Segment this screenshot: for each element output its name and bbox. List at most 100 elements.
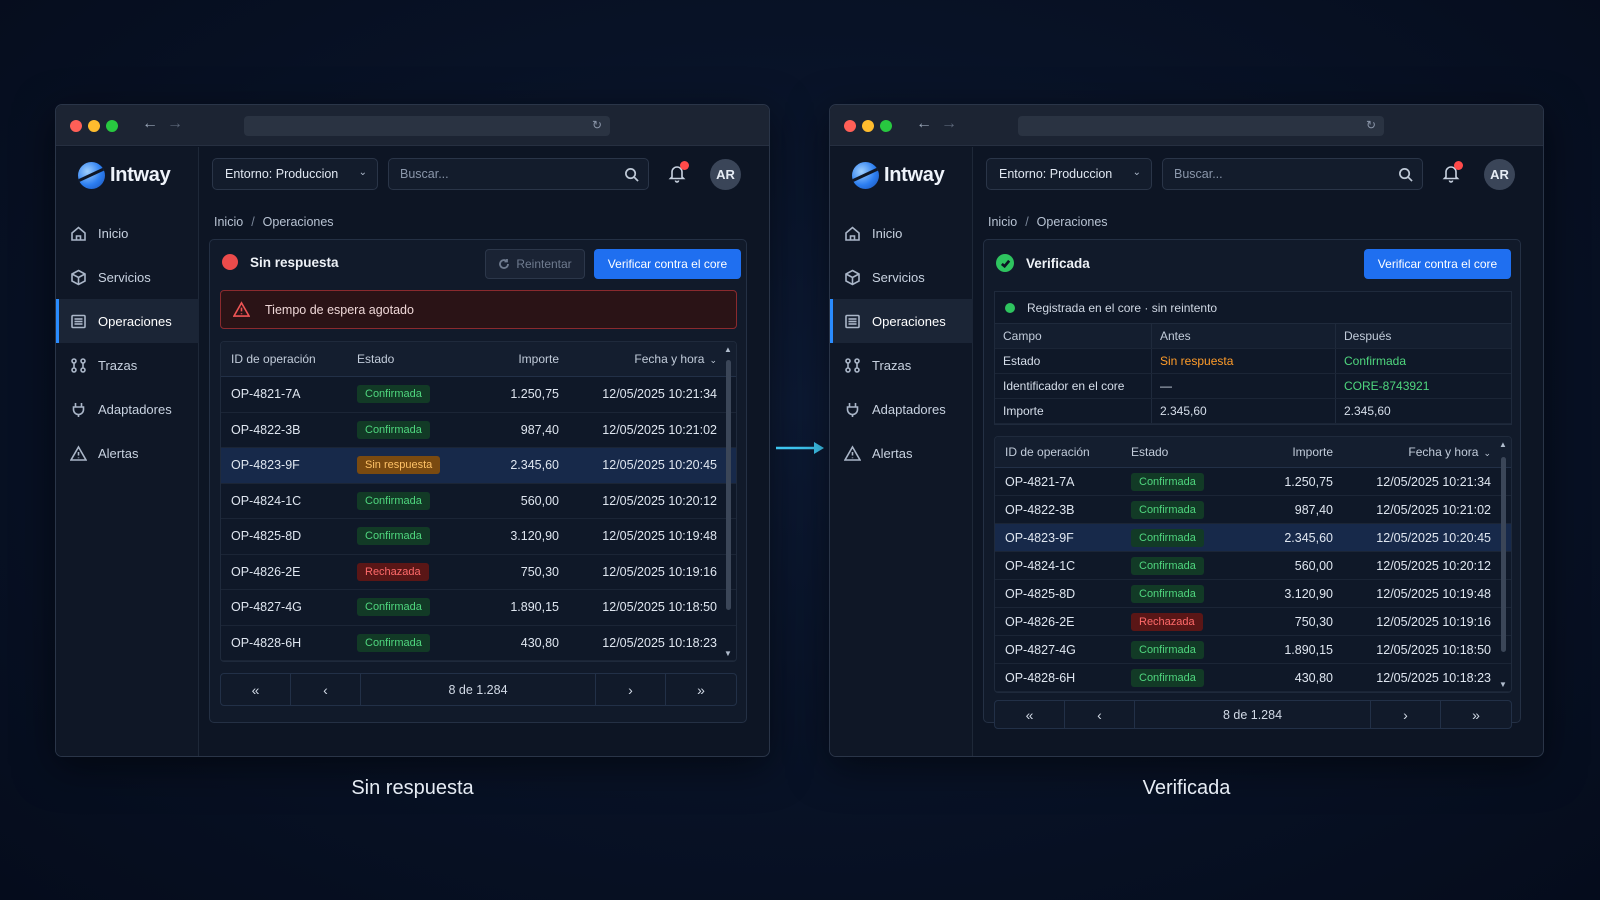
comparison-field: Estado: [995, 349, 1152, 373]
notifications-button[interactable]: [667, 161, 689, 185]
sidebar-item-alertas[interactable]: Alertas: [56, 431, 199, 475]
minimize-window-button[interactable]: [862, 120, 874, 132]
col-amount-header[interactable]: Importe: [465, 352, 561, 366]
pagination: «‹ 8 de 1.284 ›»: [994, 700, 1512, 729]
status-header: Sin respuesta: [222, 254, 339, 270]
sidebar-item-inicio[interactable]: Inicio: [830, 211, 973, 255]
pager-next-button[interactable]: ›: [1371, 701, 1441, 728]
close-window-button[interactable]: [844, 120, 856, 132]
scroll-up-icon[interactable]: ▲: [724, 345, 732, 354]
amount: 1.250,75: [1284, 474, 1333, 489]
scroll-thumb[interactable]: [1501, 457, 1506, 652]
table-row[interactable]: OP-4821-7A Confirmada 1.250,75 12/05/2025 1…: [995, 468, 1511, 496]
status-cell: Sin respuesta: [347, 456, 465, 475]
search-placeholder: Buscar...: [1174, 167, 1223, 181]
table-row[interactable]: OP-4827-4G Confirmada 1.890,15 12/05/2025 1…: [221, 590, 736, 626]
table-row[interactable]: OP-4828-6H Confirmada 430,80 12/05/2025 10:…: [221, 626, 736, 661]
scroll-thumb[interactable]: [726, 360, 731, 610]
alert-text: Tiempo de espera agotado: [265, 302, 414, 317]
table-row[interactable]: OP-4821-7A Confirmada 1.250,75 12/05/2025 1…: [221, 377, 736, 413]
status-badge: Confirmada: [357, 385, 430, 404]
status-badge: Confirmada: [357, 420, 430, 439]
pager-last-button[interactable]: »: [666, 674, 736, 705]
breadcrumb-home[interactable]: Inicio: [988, 215, 1017, 229]
pager-prev-button[interactable]: ‹: [291, 674, 361, 705]
environment-select[interactable]: Entorno: Produccion ⌄: [212, 158, 378, 190]
back-arrow-icon[interactable]: ←: [916, 115, 932, 133]
status-cell: Confirmada: [1121, 668, 1239, 687]
table-scrollbar[interactable]: ▲ ▼: [1496, 437, 1511, 692]
reload-icon[interactable]: ↻: [1366, 118, 1376, 132]
search-input[interactable]: Buscar...: [1162, 158, 1423, 190]
table-row[interactable]: OP-4825-8D Confirmada 3.120,90 12/05/2025 1…: [221, 519, 736, 555]
verify-core-button[interactable]: Verificar contra el core: [1364, 249, 1511, 279]
table-row[interactable]: OP-4822-3B Confirmada 987,40 12/05/2025 10:…: [221, 413, 736, 448]
pager-first-button[interactable]: «: [995, 701, 1065, 728]
table-row[interactable]: OP-4826-2E Rechazada 750,30 12/05/2025 10:1…: [995, 608, 1511, 636]
sidebar-item-servicios[interactable]: Servicios: [830, 255, 973, 299]
notifications-button[interactable]: [1441, 161, 1463, 185]
sidebar-item-inicio[interactable]: Inicio: [56, 211, 199, 255]
table-row[interactable]: OP-4822-3B Confirmada 987,40 12/05/2025 10:…: [995, 496, 1511, 524]
sort-chevron-icon: ⌄: [1483, 448, 1491, 458]
title-bar: ← → ↻: [830, 105, 1543, 146]
retry-button[interactable]: Reintentar: [485, 249, 585, 279]
address-bar[interactable]: ↻: [1018, 116, 1384, 136]
sidebar-item-adaptadores[interactable]: Adaptadores: [56, 387, 199, 431]
table-row[interactable]: OP-4827-4G Confirmada 1.890,15 12/05/2025 1…: [995, 636, 1511, 664]
status-badge: Confirmada: [1131, 556, 1204, 575]
maximize-window-button[interactable]: [106, 120, 118, 132]
scroll-down-icon[interactable]: ▼: [1499, 680, 1507, 689]
forward-arrow-icon[interactable]: →: [167, 115, 183, 133]
sidebar-item-trazas[interactable]: Trazas: [56, 343, 199, 387]
sidebar: Intway Inicio Servicios Operaciones Trazas A…: [56, 147, 199, 756]
sidebar-item-adaptadores[interactable]: Adaptadores: [830, 387, 973, 431]
sidebar-item-trazas[interactable]: Trazas: [830, 343, 973, 387]
table-row[interactable]: OP-4823-9F Confirmada 2.345,60 12/05/2025 1…: [995, 524, 1511, 552]
col-date-header[interactable]: Fecha y hora ⌄: [1335, 445, 1493, 459]
maximize-window-button[interactable]: [880, 120, 892, 132]
col-date-header[interactable]: Fecha y hora ⌄: [561, 352, 719, 366]
col-status-header[interactable]: Estado: [1121, 445, 1239, 459]
avatar[interactable]: AR: [710, 159, 741, 190]
list-icon: [845, 314, 860, 328]
search-input[interactable]: Buscar...: [388, 158, 649, 190]
table-row[interactable]: OP-4826-2E Rechazada 750,30 12/05/2025 10:1…: [221, 555, 736, 590]
amount: 430,80: [1294, 670, 1333, 685]
col-id-header[interactable]: ID de operación: [995, 445, 1121, 459]
minimize-window-button[interactable]: [88, 120, 100, 132]
table-scrollbar[interactable]: ▲ ▼: [721, 342, 736, 661]
pager-prev-button[interactable]: ‹: [1065, 701, 1135, 728]
close-window-button[interactable]: [70, 120, 82, 132]
avatar[interactable]: AR: [1484, 159, 1515, 190]
col-status-header[interactable]: Estado: [347, 352, 465, 366]
col-id-header[interactable]: ID de operación: [221, 352, 347, 366]
scroll-down-icon[interactable]: ▼: [724, 649, 732, 658]
table-row[interactable]: OP-4825-8D Confirmada 3.120,90 12/05/2025 1…: [995, 580, 1511, 608]
sidebar-item-operaciones[interactable]: Operaciones: [830, 299, 973, 343]
table-row[interactable]: OP-4823-9F Sin respuesta 2.345,60 12/05/202…: [221, 448, 736, 484]
address-bar[interactable]: ↻: [244, 116, 610, 136]
core-registration-info: Registrada en el core · sin reintento: [994, 291, 1512, 323]
table-row[interactable]: OP-4824-1C Confirmada 560,00 12/05/2025 10:…: [221, 484, 736, 519]
breadcrumb-home[interactable]: Inicio: [214, 215, 243, 229]
back-arrow-icon[interactable]: ←: [142, 115, 158, 133]
forward-arrow-icon[interactable]: →: [941, 115, 957, 133]
sidebar-item-servicios[interactable]: Servicios: [56, 255, 199, 299]
verify-core-button[interactable]: Verificar contra el core: [594, 249, 741, 279]
reload-icon[interactable]: ↻: [592, 118, 602, 132]
operation-id: OP-4824-1C: [1005, 558, 1076, 573]
table-row[interactable]: OP-4824-1C Confirmada 560,00 12/05/2025 10:…: [995, 552, 1511, 580]
table-row[interactable]: OP-4828-6H Confirmada 430,80 12/05/2025 10:…: [995, 664, 1511, 692]
col-amount-header[interactable]: Importe: [1239, 445, 1335, 459]
pager-last-button[interactable]: »: [1441, 701, 1511, 728]
success-dot-icon: [1005, 302, 1015, 313]
environment-select[interactable]: Entorno: Produccion ⌄: [986, 158, 1152, 190]
status-cell: Confirmada: [347, 420, 465, 439]
pager-first-button[interactable]: «: [221, 674, 291, 705]
sidebar-item-alertas[interactable]: Alertas: [830, 431, 973, 475]
sidebar: Intway Inicio Servicios Operaciones Trazas A…: [830, 147, 973, 756]
scroll-up-icon[interactable]: ▲: [1499, 440, 1507, 449]
sidebar-item-operaciones[interactable]: Operaciones: [56, 299, 199, 343]
pager-next-button[interactable]: ›: [596, 674, 666, 705]
